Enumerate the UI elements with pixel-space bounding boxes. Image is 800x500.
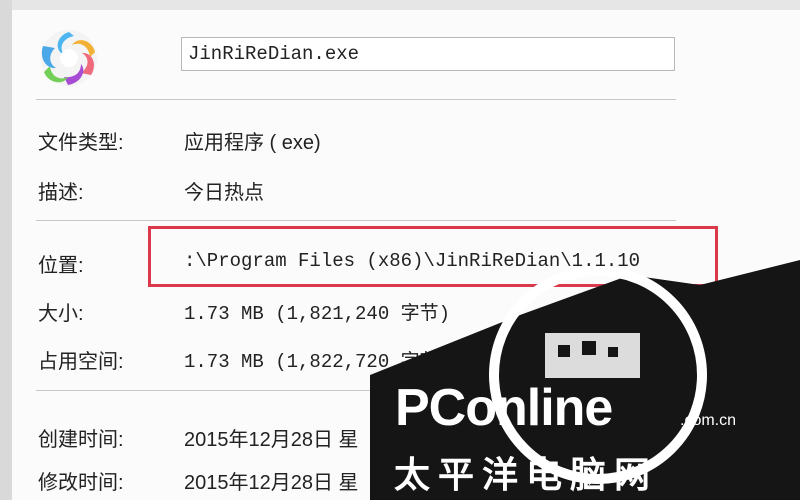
window-left-edge — [0, 0, 12, 500]
modified-date: 2015年12月28日 — [184, 472, 333, 494]
created-date: 2015年12月28日 — [184, 429, 333, 451]
type-label: 文件类型: — [38, 132, 124, 154]
type-value: 应用程序 ( exe) — [184, 132, 321, 154]
created-value: 2015年12月28日 星 — [184, 423, 359, 452]
file-name-field[interactable]: JinRiReDian.exe — [181, 37, 675, 71]
swirl-app-icon — [41, 30, 97, 86]
size-label: 大小: — [38, 303, 84, 325]
location-label: 位置: — [38, 255, 84, 277]
watermark-domain: .com.cn — [680, 412, 737, 429]
modified-label: 修改时间: — [38, 472, 124, 494]
modified-value: 2015年12月28日 星 — [184, 466, 359, 495]
window-top-edge — [0, 0, 800, 10]
divider — [36, 99, 676, 100]
divider — [36, 390, 396, 391]
watermark-brand: PConline — [395, 379, 613, 437]
created-weekday: 星 — [338, 429, 359, 451]
description-value: 今日热点 — [184, 182, 264, 204]
created-label: 创建时间: — [38, 429, 124, 451]
watermark-chinese: 太平洋电脑网 — [394, 455, 659, 496]
divider — [36, 220, 676, 221]
description-label: 描述: — [38, 182, 84, 204]
modified-weekday: 星 — [338, 472, 359, 494]
size-on-disk-label: 占用空间: — [38, 351, 124, 373]
